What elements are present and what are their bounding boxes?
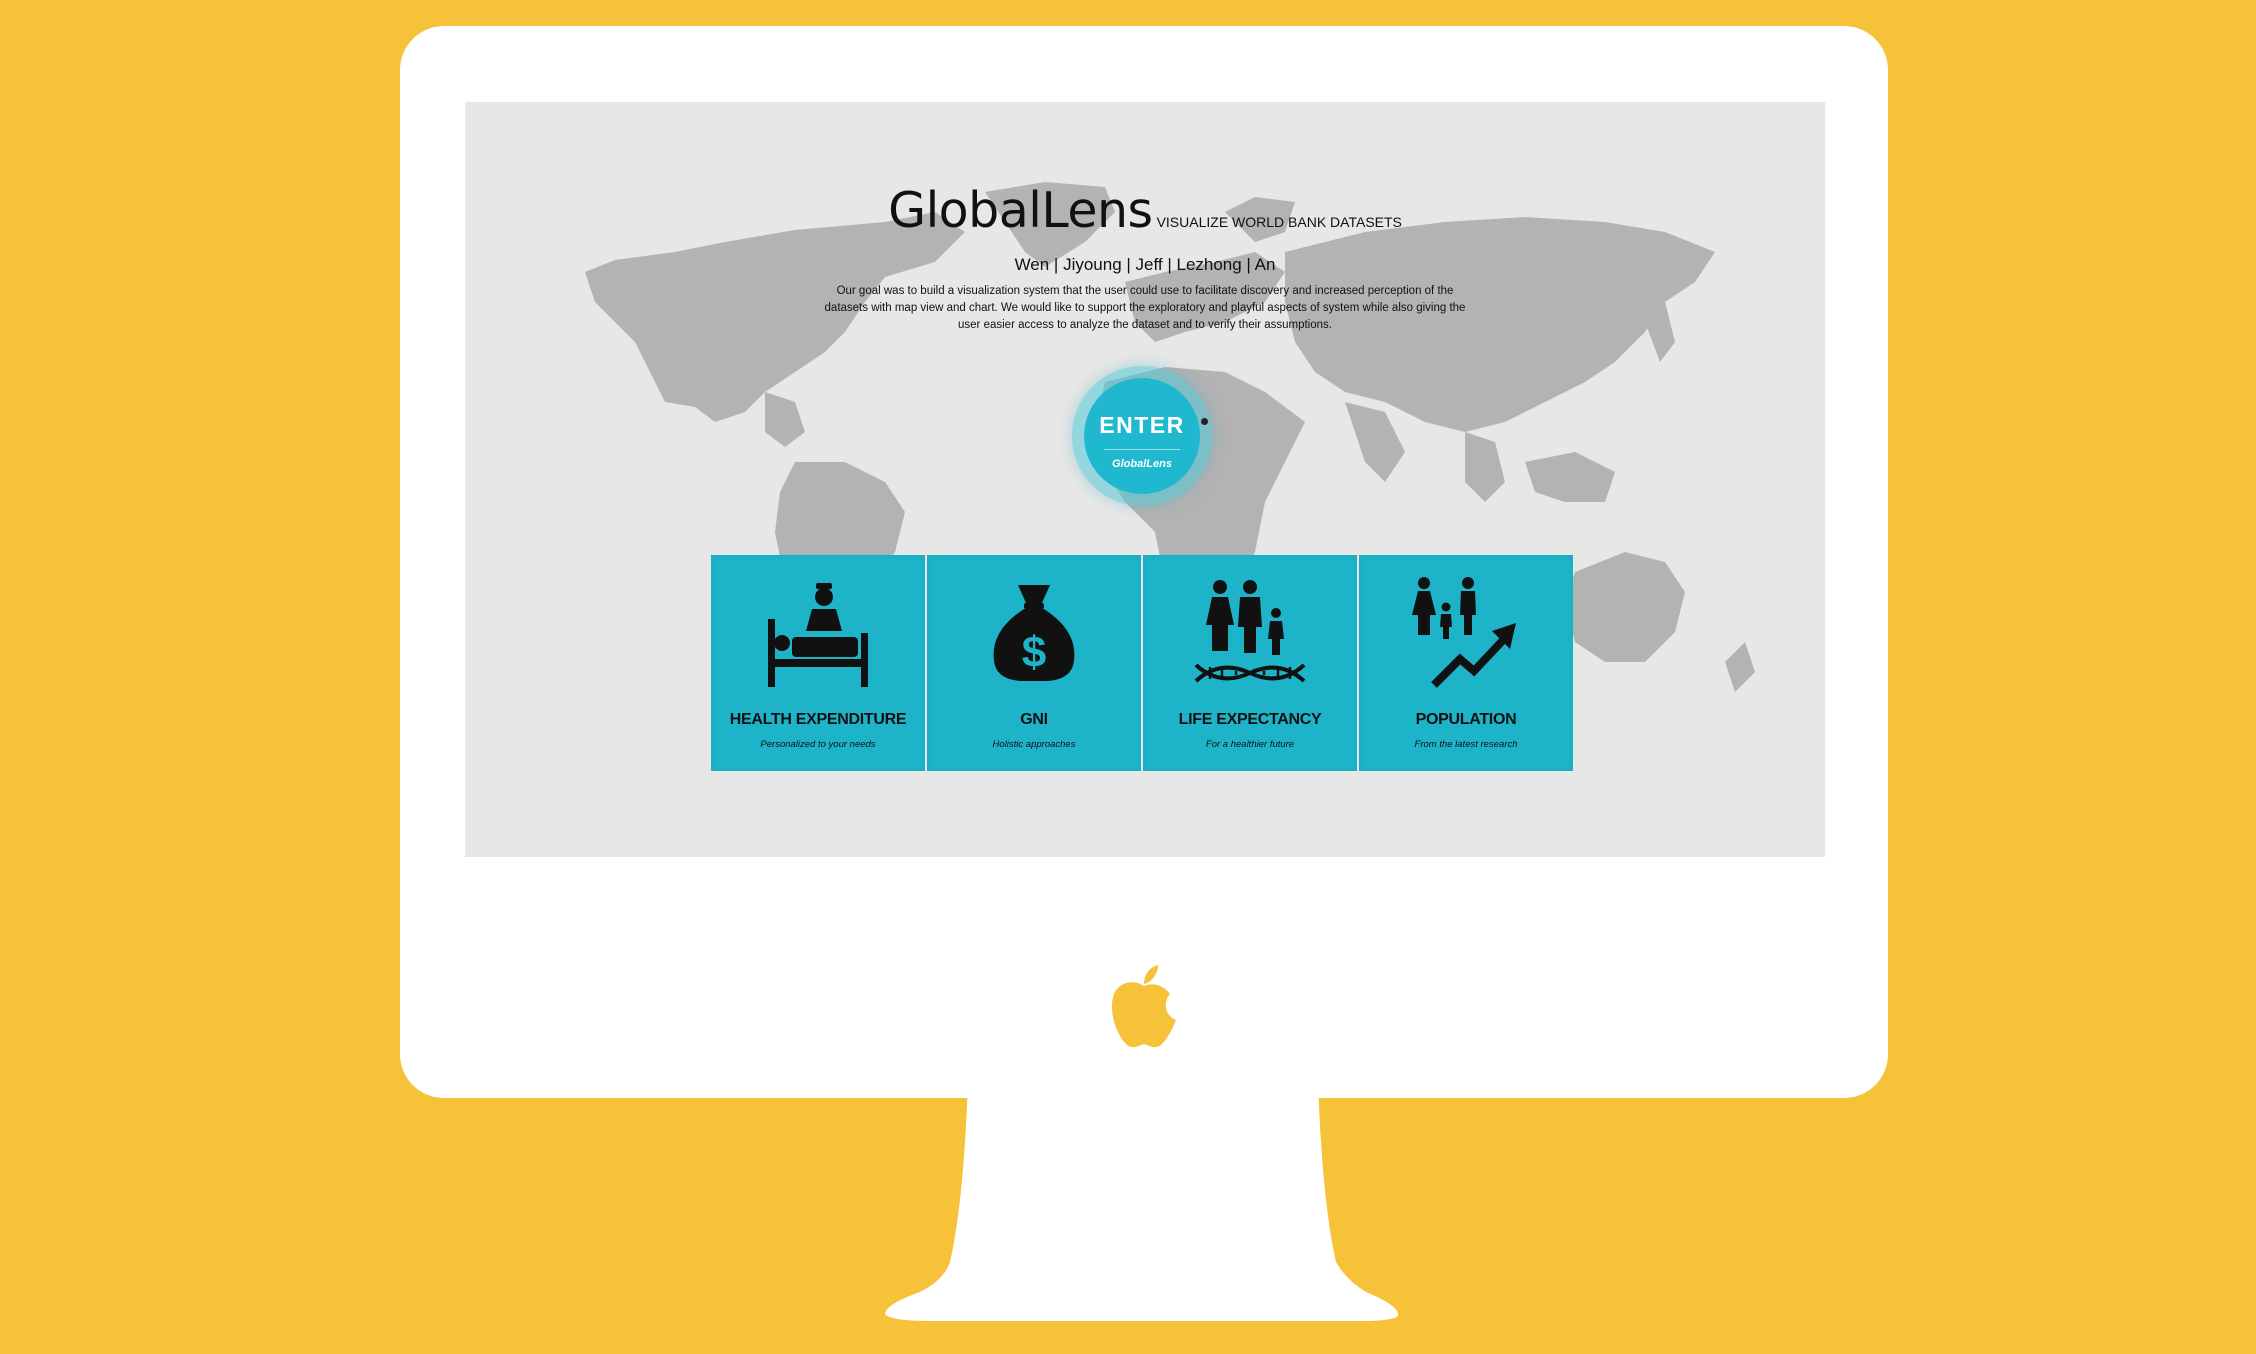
family-dna-icon (1194, 580, 1306, 683)
app-screen: GlobalLens VISUALIZE WORLD BANK DATASETS … (465, 102, 1825, 857)
team-members: Wen | Jiyoung | Jeff | Lezhong | An (1014, 255, 1276, 274)
app-subtitle: VISUALIZE WORLD BANK DATASETS (1156, 214, 1402, 230)
svg-text:$: $ (1022, 628, 1046, 677)
population-growth-icon (1412, 577, 1516, 688)
card-title: POPULATION (1415, 711, 1517, 728)
enter-label: ENTER (1099, 412, 1185, 438)
card-subtitle: From the latest research (1414, 739, 1518, 750)
card-title: LIFE EXPECTANCY (1178, 711, 1322, 728)
card-gni[interactable]: $ GNI Holistic approaches (927, 555, 1141, 771)
project-description: Our goal was to build a visualization sy… (824, 285, 1466, 331)
card-subtitle: Personalized to your needs (760, 739, 876, 750)
card-population[interactable]: POPULATION From the latest research (1359, 555, 1573, 771)
title-row: GlobalLens VISUALIZE WORLD BANK DATASETS (465, 182, 1825, 239)
card-title: HEALTH EXPENDITURE (729, 711, 907, 728)
card-title: GNI (1020, 711, 1048, 728)
apple-logo-icon (1111, 965, 1176, 1048)
map-marker-dot (1201, 418, 1208, 425)
hospital-bed-icon (768, 583, 868, 687)
card-subtitle: For a healthier future (1205, 739, 1295, 750)
enter-sublabel: GlobalLens (1112, 458, 1172, 470)
money-bag-icon: $ (993, 585, 1075, 681)
enter-button[interactable]: ENTER GlobalLens (1084, 378, 1200, 494)
app-title: GlobalLens (888, 182, 1153, 239)
card-life-expectancy[interactable]: LIFE EXPECTANCY For a healthier future (1143, 555, 1357, 771)
card-health-expenditure[interactable]: HEALTH EXPENDITURE Personalized to your … (711, 555, 925, 771)
card-subtitle: Holistic approaches (992, 739, 1076, 750)
category-cards: HEALTH EXPENDITURE Personalized to your … (711, 555, 1573, 771)
enter-divider (1104, 449, 1180, 450)
